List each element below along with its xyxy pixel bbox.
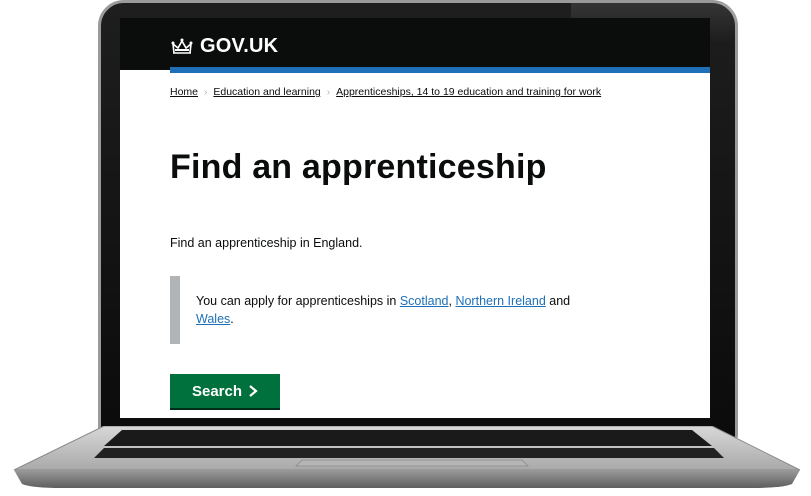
- gov-logo-link[interactable]: GOV.UK: [170, 34, 278, 58]
- breadcrumb-separator-icon: ›: [326, 86, 331, 98]
- inset-and: and: [545, 294, 571, 308]
- breadcrumb-separator-icon: ›: [204, 86, 208, 98]
- breadcrumb: Home › Education and learning › Apprenti…: [170, 86, 710, 98]
- chevron-right-icon: [249, 385, 258, 397]
- gov-logo-text: GOV.UK: [200, 34, 279, 57]
- search-button-label: Search: [191, 382, 243, 400]
- crown-icon: [171, 38, 193, 54]
- link-northern-ireland[interactable]: Northern Ireland: [455, 294, 545, 308]
- inset-prefix: You can apply for apprenticeships in: [196, 294, 400, 308]
- search-button[interactable]: Search: [170, 374, 280, 408]
- link-scotland[interactable]: Scotland: [400, 294, 449, 308]
- laptop-base: [12, 426, 802, 488]
- gov-header: GOV.UK: [120, 18, 710, 73]
- breadcrumb-apprenticeships[interactable]: Apprenticeships, 14 to 19 education and …: [336, 86, 601, 98]
- laptop-screen: GOV.UK Home › Education and learning › A…: [120, 18, 710, 418]
- header-accent-bar: [170, 67, 710, 73]
- keyboard-deck: [13, 426, 801, 488]
- inset-suffix: .: [230, 312, 234, 326]
- breadcrumb-education[interactable]: Education and learning: [213, 86, 320, 98]
- inset-text: You can apply for apprenticeships in Sco…: [170, 276, 670, 344]
- page-title: Find an apprenticeship: [170, 148, 547, 186]
- link-wales[interactable]: Wales: [196, 312, 230, 326]
- lead-text: Find an apprenticeship in England.: [170, 236, 363, 250]
- breadcrumb-home[interactable]: Home: [170, 86, 198, 98]
